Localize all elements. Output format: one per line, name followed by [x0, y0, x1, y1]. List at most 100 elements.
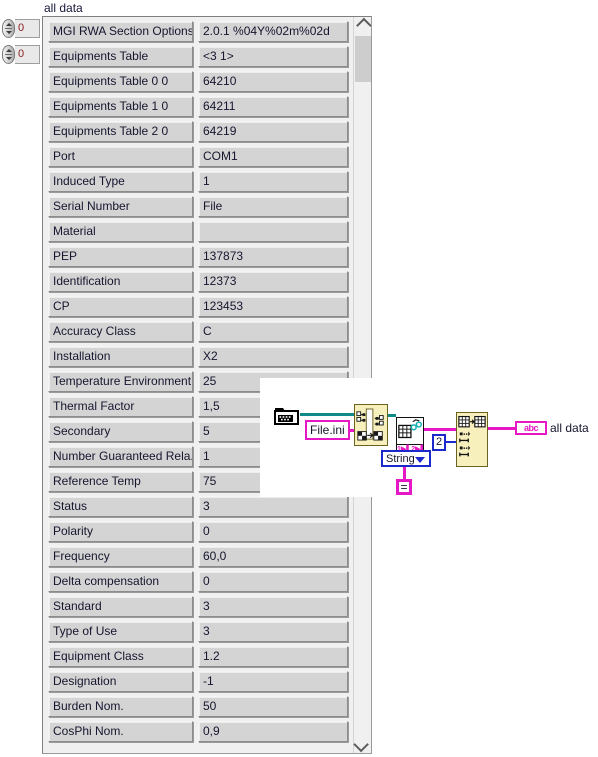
equals-string-constant[interactable]: = [396, 479, 412, 495]
row-key-field[interactable]: Secondary [48, 421, 193, 442]
table-row[interactable]: CosPhi Nom. 0,9 [48, 721, 353, 746]
row-value-field[interactable]: 12373 [198, 271, 348, 292]
row-key-field[interactable]: Standard [48, 596, 193, 617]
row-value-field[interactable]: 137873 [198, 246, 348, 267]
table-row[interactable]: Designation -1 [48, 671, 353, 696]
scroll-down-button[interactable] [353, 736, 371, 753]
row-key-field[interactable]: PEP [48, 246, 193, 267]
row-key-field[interactable]: Thermal Factor [48, 396, 193, 417]
row-key-field[interactable]: Serial Number [48, 196, 193, 217]
row-key-field[interactable]: Port [48, 146, 193, 167]
row-value-field[interactable]: 0 [198, 521, 348, 542]
table-row[interactable]: PEP 137873 [48, 246, 353, 271]
row-key-field[interactable]: Equipment Class [48, 646, 193, 667]
array-index-control-col[interactable]: 0 [2, 45, 40, 64]
row-value-field[interactable]: 64210 [198, 71, 348, 92]
scroll-up-button[interactable] [354, 17, 371, 34]
array-to-table-vi-icon[interactable] [456, 412, 488, 467]
row-key-field[interactable]: Equipments Table 0 0 [48, 71, 193, 92]
table-row[interactable]: Delta compensation 0 [48, 571, 353, 596]
table-row[interactable]: Identification 12373 [48, 271, 353, 296]
spinner-down-icon[interactable] [5, 57, 12, 60]
table-row[interactable]: Accuracy Class C [48, 321, 353, 346]
index-spinner-col[interactable] [2, 45, 15, 64]
table-row[interactable]: Equipments Table 1 0 64211 [48, 96, 353, 121]
datatype-enum-dropdown[interactable]: String [381, 450, 431, 467]
table-row[interactable]: Installation X2 [48, 346, 353, 371]
numeric-constant-2[interactable]: 2 [432, 434, 446, 451]
row-value-field[interactable]: 123453 [198, 296, 348, 317]
row-key-field[interactable]: Reference Temp [48, 471, 193, 492]
output-string-terminal[interactable]: abc [515, 421, 547, 435]
table-row[interactable]: Equipments Table 0 0 64210 [48, 71, 353, 96]
row-key-field[interactable]: Equipments Table 2 0 [48, 121, 193, 142]
table-row[interactable]: MGI RWA Section Options 2.0.1 %04Y%02m%02… [48, 21, 353, 46]
row-value-field[interactable]: 60,0 [198, 546, 348, 567]
row-value-field[interactable]: 3 [198, 596, 348, 617]
row-key-field[interactable]: Polarity [48, 521, 193, 542]
row-value-field[interactable]: 64219 [198, 121, 348, 142]
row-key-field[interactable]: CP [48, 296, 193, 317]
row-key-field[interactable]: Number Guaranteed Rela. [48, 446, 193, 467]
row-value-field[interactable]: 3 [198, 621, 348, 642]
spinner-down-icon[interactable] [5, 31, 12, 34]
row-key-field[interactable]: Frequency [48, 546, 193, 567]
row-value-field[interactable]: 50 [198, 696, 348, 717]
row-key-field[interactable]: Induced Type [48, 171, 193, 192]
folder-path-icon[interactable] [274, 406, 300, 426]
row-value-field[interactable]: 1 [198, 171, 348, 192]
table-row[interactable]: Standard 3 [48, 596, 353, 621]
row-value-field[interactable]: 1.2 [198, 646, 348, 667]
row-key-field[interactable]: Temperature Environment [48, 371, 193, 392]
spinner-up-icon[interactable] [5, 49, 12, 52]
table-row[interactable]: Induced Type 1 [48, 171, 353, 196]
row-value-field[interactable]: COM1 [198, 146, 348, 167]
chevron-down-icon[interactable] [415, 457, 425, 463]
file-path-string-constant[interactable]: File.ini [305, 420, 350, 440]
row-key-field[interactable]: Identification [48, 271, 193, 292]
row-key-field[interactable]: Equipments Table [48, 46, 193, 67]
table-row[interactable]: Equipments Table <3 1> [48, 46, 353, 71]
row-value-field[interactable]: File [198, 196, 348, 217]
table-row[interactable]: CP 123453 [48, 296, 353, 321]
table-row[interactable]: Equipment Class 1.2 [48, 646, 353, 671]
read-ini-file-vi-icon[interactable] [396, 417, 424, 445]
row-value-field[interactable]: 3 [198, 496, 348, 517]
row-key-field[interactable]: Accuracy Class [48, 321, 193, 342]
array-index-col-value[interactable]: 0 [15, 45, 40, 64]
row-key-field[interactable]: Designation [48, 671, 193, 692]
row-key-field[interactable]: Installation [48, 346, 193, 367]
row-key-field[interactable]: Burden Nom. [48, 696, 193, 717]
build-path-vi-icon[interactable] [354, 404, 388, 446]
index-spinner-row[interactable] [2, 19, 15, 38]
table-row[interactable]: Material [48, 221, 353, 246]
table-row[interactable]: Port COM1 [48, 146, 353, 171]
row-value-field[interactable]: 0,9 [198, 721, 348, 742]
row-value-field[interactable]: C [198, 321, 348, 342]
row-key-field[interactable]: Type of Use [48, 621, 193, 642]
row-value-field[interactable]: 2.0.1 %04Y%02m%02d [198, 21, 348, 42]
table-row[interactable]: Equipments Table 2 0 64219 [48, 121, 353, 146]
table-row[interactable]: Type of Use 3 [48, 621, 353, 646]
table-row[interactable]: Status 3 [48, 496, 353, 521]
row-key-field[interactable]: Equipments Table 1 0 [48, 96, 193, 117]
array-index-control-row[interactable]: 0 [2, 19, 40, 38]
table-row[interactable]: Burden Nom. 50 [48, 696, 353, 721]
row-value-field[interactable]: 0 [198, 571, 348, 592]
row-key-field[interactable]: CosPhi Nom. [48, 721, 193, 742]
array-index-row-value[interactable]: 0 [15, 19, 40, 38]
row-key-field[interactable]: Delta compensation [48, 571, 193, 592]
table-row[interactable]: Polarity 0 [48, 521, 353, 546]
row-key-field[interactable]: Status [48, 496, 193, 517]
spinner-up-icon[interactable] [5, 23, 12, 26]
table-row[interactable]: Frequency 60,0 [48, 546, 353, 571]
scrollbar-thumb[interactable] [355, 36, 371, 82]
table-row[interactable]: Serial Number File [48, 196, 353, 221]
row-value-field[interactable]: -1 [198, 671, 348, 692]
row-value-field[interactable] [198, 221, 348, 242]
row-key-field[interactable]: Material [48, 221, 193, 242]
row-key-field[interactable]: MGI RWA Section Options [48, 21, 193, 42]
row-value-field[interactable]: 64211 [198, 96, 348, 117]
row-value-field[interactable]: <3 1> [198, 46, 348, 67]
row-value-field[interactable]: X2 [198, 346, 348, 367]
